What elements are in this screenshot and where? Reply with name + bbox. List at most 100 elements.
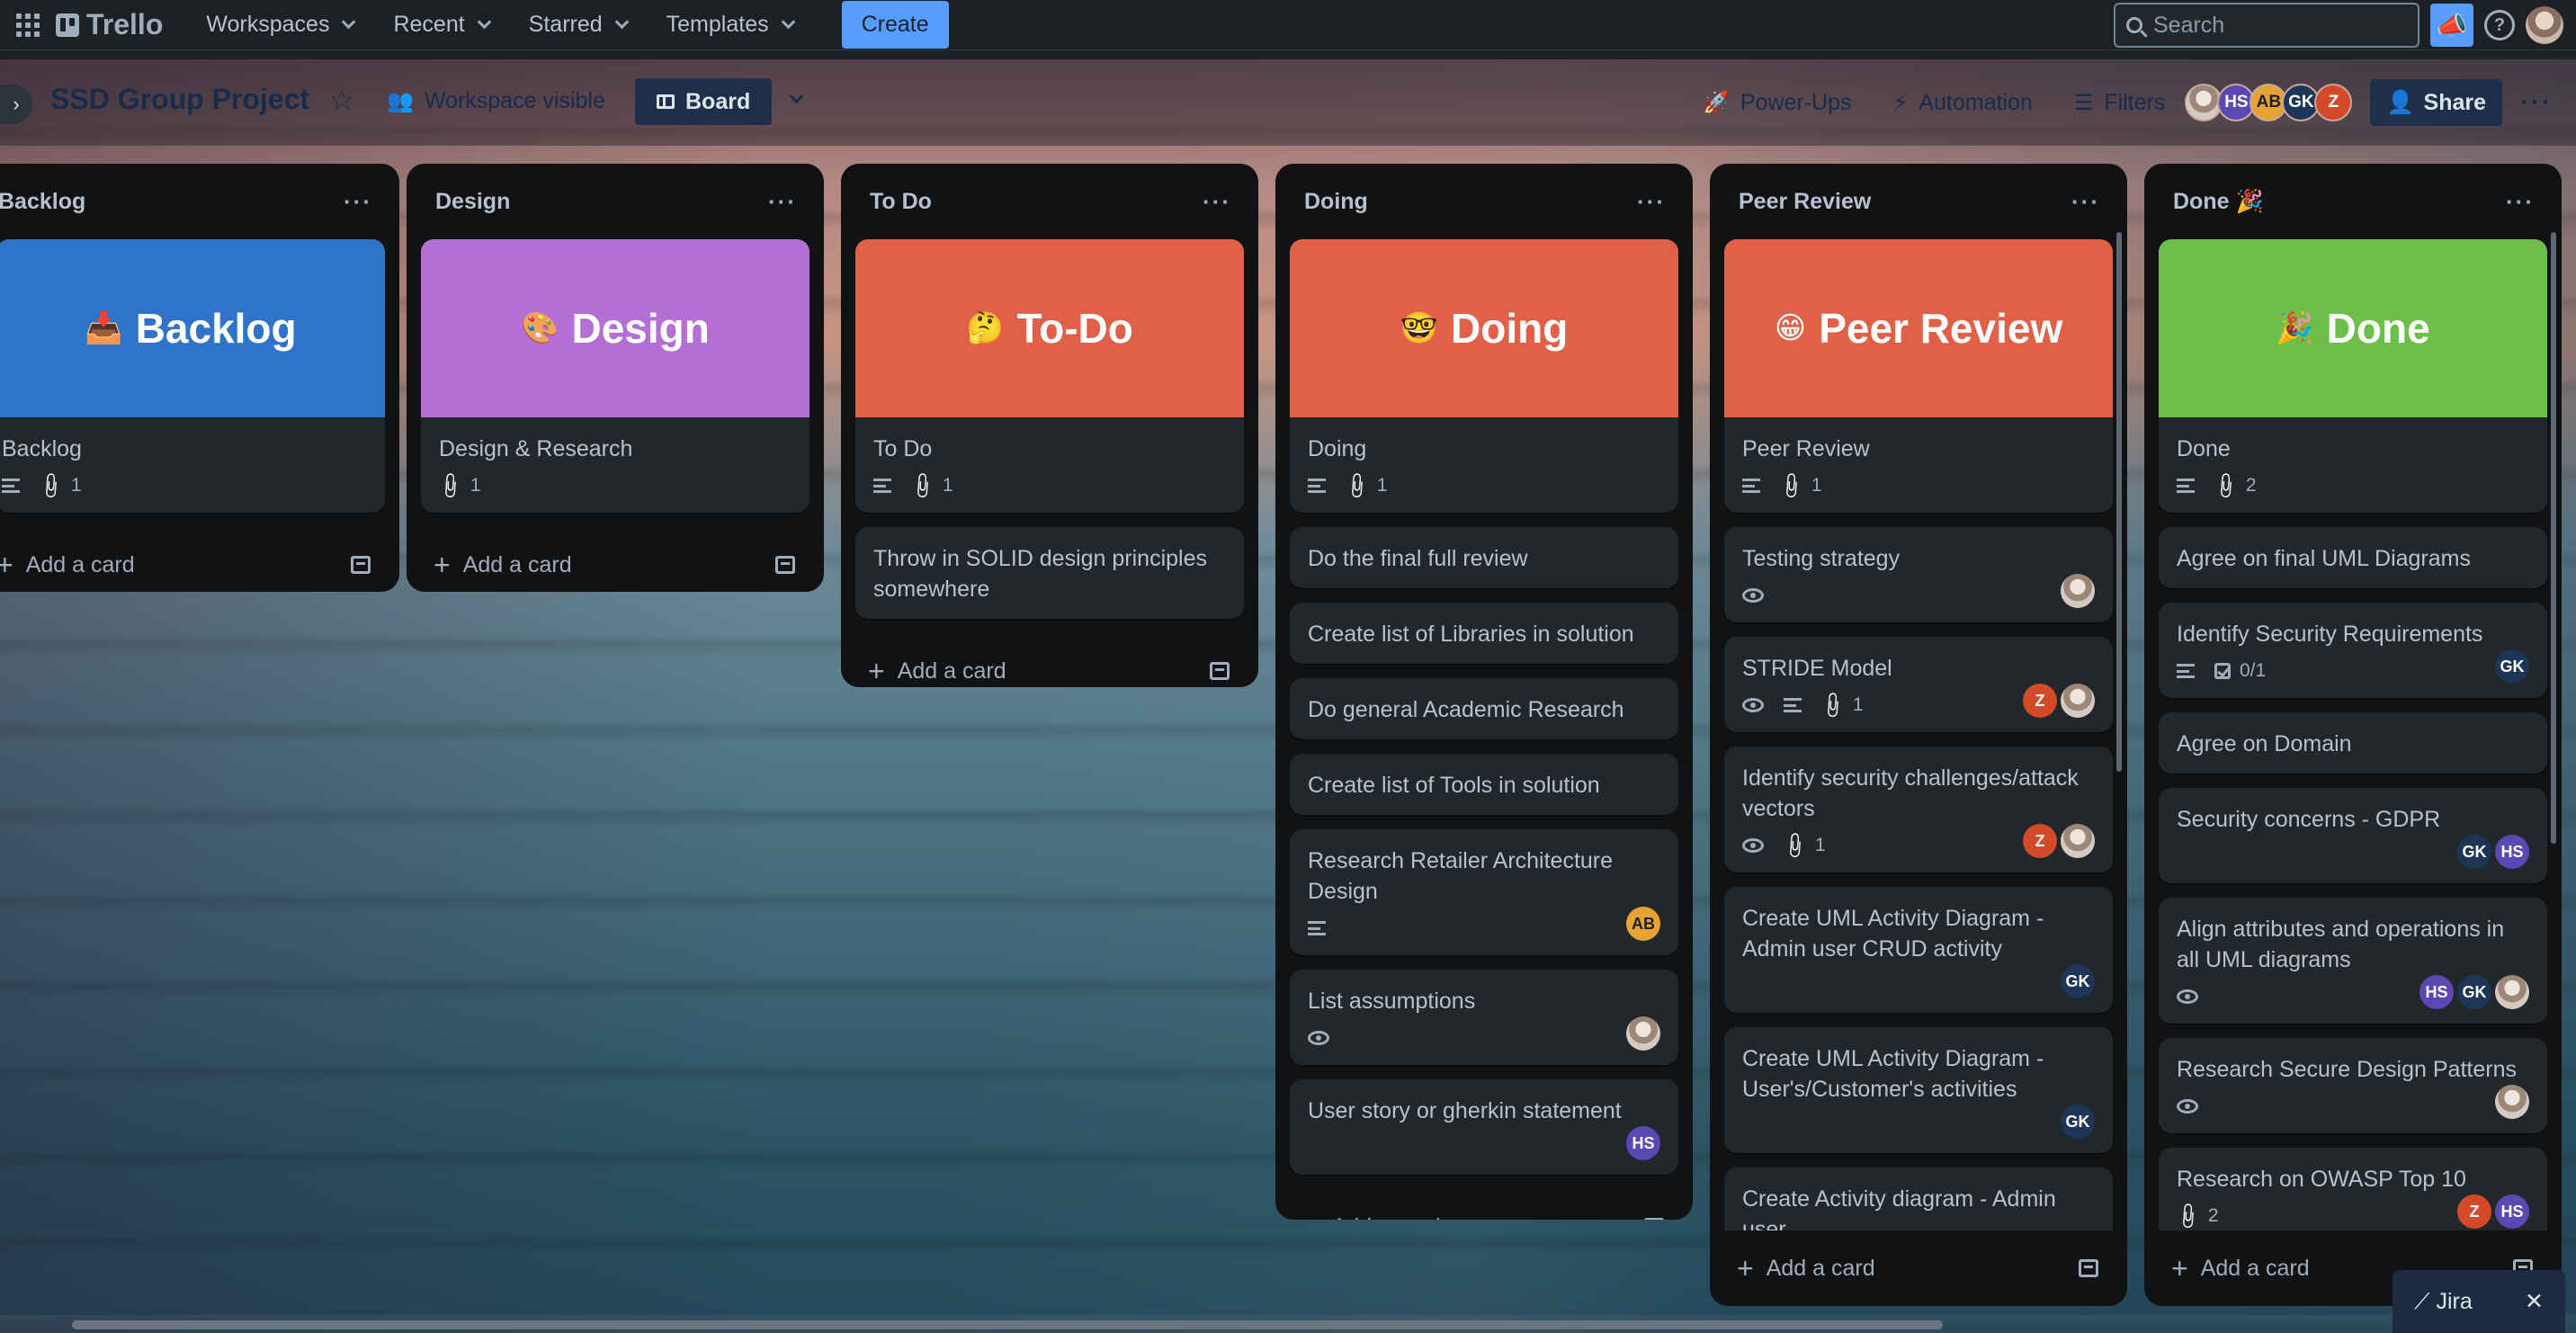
list-card[interactable]: Do general Academic Research — [1290, 678, 1678, 739]
add-card-button[interactable]: + Add a card — [434, 549, 572, 582]
vertical-scrollbar[interactable] — [2116, 232, 2122, 772]
recent-menu[interactable]: Recent — [382, 3, 499, 47]
list-card[interactable]: 😁 Peer Review Peer Review 📎 1 — [1724, 239, 2113, 513]
list-card[interactable]: List assumptions — [1290, 970, 1678, 1065]
list-card[interactable]: Research Secure Design Patterns — [2159, 1038, 2547, 1133]
list-card[interactable]: 🎨 Design Design & Research 📎 1 — [421, 239, 809, 513]
create-from-template-icon[interactable] — [2079, 1259, 2098, 1277]
close-icon[interactable]: ✕ — [2525, 1288, 2544, 1315]
member-avatar[interactable]: HS — [2419, 975, 2454, 1009]
list-card[interactable]: Create Activity diagram - Admin user — [1724, 1167, 2113, 1230]
member-avatar[interactable]: GK — [2457, 975, 2491, 1009]
member-avatar[interactable] — [2061, 824, 2095, 858]
starred-menu[interactable]: Starred — [518, 3, 638, 47]
visibility-button[interactable]: 👥 Workspace visible — [387, 88, 605, 114]
list-card[interactable]: STRIDE Model 📎 1 Z — [1724, 637, 2113, 732]
create-from-template-icon[interactable] — [775, 556, 795, 574]
list-menu-icon[interactable]: ··· — [2506, 188, 2535, 216]
account-avatar[interactable] — [2526, 6, 2563, 44]
list-card[interactable]: Throw in SOLID design principles somewhe… — [855, 527, 1244, 619]
views-dropdown[interactable] — [784, 89, 804, 106]
list-card[interactable]: Research on OWASP Top 10 📎 2 Z HS — [2159, 1148, 2547, 1230]
add-card-button[interactable]: + Add a card — [1302, 1211, 1441, 1221]
list-card[interactable]: Create UML Activity Diagram - User's/Cus… — [1724, 1027, 2113, 1153]
notifications-button[interactable]: 📣 — [2430, 4, 2473, 47]
list-title[interactable]: Done 🎉 — [2173, 189, 2264, 215]
add-card-button[interactable]: + Add a card — [0, 549, 135, 582]
member-avatar[interactable]: Z — [2457, 1194, 2491, 1229]
list-card[interactable]: Agree on final UML Diagrams — [2159, 527, 2547, 588]
list-card[interactable]: Agree on Domain — [2159, 712, 2547, 774]
member-avatar[interactable] — [2495, 975, 2529, 1009]
filters-button[interactable]: ☰ Filters — [2058, 78, 2182, 127]
member-avatar[interactable] — [2061, 684, 2095, 718]
list-card[interactable]: Create list of Libraries in solution — [1290, 603, 1678, 664]
star-icon[interactable]: ☆ — [329, 83, 355, 117]
list-card[interactable]: Identify security challenges/attack vect… — [1724, 747, 2113, 872]
board-view-button[interactable]: Board — [635, 78, 773, 125]
list-card[interactable]: Create list of Tools in solution — [1290, 754, 1678, 815]
list-header[interactable]: Design ··· — [421, 164, 809, 239]
member-avatar[interactable]: HS — [2495, 1194, 2529, 1229]
powerups-button[interactable]: 🚀 Power-Ups — [1686, 78, 1868, 127]
list-card[interactable]: Research Retailer Architecture Design AB — [1290, 829, 1678, 955]
list-header[interactable]: Backlog ··· — [0, 164, 385, 239]
create-from-template-icon[interactable] — [1644, 1218, 1664, 1220]
list-menu-icon[interactable]: ··· — [768, 188, 797, 216]
list-card[interactable]: Testing strategy — [1724, 527, 2113, 622]
trello-logo[interactable]: Trello — [56, 8, 163, 41]
list-card[interactable]: Identify Security Requirements 0/1 GK — [2159, 603, 2547, 698]
add-card-button[interactable]: + Add a card — [868, 655, 1006, 688]
list-menu-icon[interactable]: ··· — [1637, 188, 1666, 216]
member-avatar[interactable]: HS — [2495, 835, 2529, 869]
member-avatar[interactable]: Z — [2314, 84, 2353, 121]
sidebar-expand-button[interactable]: › — [0, 85, 32, 124]
list-menu-icon[interactable]: ··· — [2071, 188, 2100, 216]
list-menu-icon[interactable]: ··· — [344, 188, 372, 216]
board-title[interactable]: SSD Group Project — [50, 83, 309, 116]
list-card[interactable]: Align attributes and operations in all U… — [2159, 898, 2547, 1024]
list-title[interactable]: Doing — [1304, 189, 1368, 215]
list-card[interactable]: 📥 Backlog Backlog 📎 1 — [0, 239, 385, 513]
board-menu-button[interactable]: ··· — [2511, 87, 2562, 118]
member-avatar[interactable] — [2495, 1085, 2529, 1119]
list-title[interactable]: To Do — [870, 189, 932, 215]
app-switcher-icon[interactable] — [13, 10, 43, 40]
templates-menu[interactable]: Templates — [656, 3, 804, 47]
list-header[interactable]: Done 🎉 ··· — [2159, 164, 2547, 239]
add-card-button[interactable]: + Add a card — [1737, 1252, 1875, 1285]
member-avatar[interactable]: Z — [2023, 684, 2057, 718]
list-card[interactable]: Create UML Activity Diagram - Admin user… — [1724, 887, 2113, 1013]
member-avatar[interactable]: HS — [1626, 1126, 1660, 1160]
list-card[interactable]: Do the final full review — [1290, 527, 1678, 588]
list-header[interactable]: To Do ··· — [855, 164, 1244, 239]
list-header[interactable]: Peer Review ··· — [1724, 164, 2113, 239]
list-title[interactable]: Peer Review — [1739, 189, 1871, 215]
share-button[interactable]: 👤 Share — [2370, 79, 2503, 126]
create-button[interactable]: Create — [841, 1, 949, 49]
list-card[interactable]: 🤓 Doing Doing 📎 1 — [1290, 239, 1678, 513]
member-avatar[interactable] — [2061, 574, 2095, 608]
list-title[interactable]: Design — [435, 189, 510, 215]
workspaces-menu[interactable]: Workspaces — [195, 3, 364, 47]
member-avatar[interactable]: GK — [2457, 835, 2491, 869]
help-button[interactable]: ? — [2484, 10, 2515, 40]
member-avatar[interactable]: Z — [2023, 824, 2057, 858]
vertical-scrollbar[interactable] — [2551, 232, 2556, 844]
member-avatar[interactable]: AB — [1626, 907, 1660, 941]
member-avatar[interactable]: GK — [2061, 964, 2095, 998]
list-card[interactable]: Security concerns - GDPR GK HS — [2159, 788, 2547, 883]
add-card-button[interactable]: + Add a card — [2171, 1252, 2310, 1285]
member-avatar[interactable] — [1626, 1016, 1660, 1051]
list-card[interactable]: User story or gherkin statement HS — [1290, 1079, 1678, 1175]
member-avatar[interactable]: GK — [2061, 1105, 2095, 1139]
search-input[interactable]: Search — [2114, 3, 2419, 48]
list-card[interactable]: 🤔 To-Do To Do 📎 1 — [855, 239, 1244, 513]
list-card[interactable]: 🎉 Done Done 📎 2 — [2159, 239, 2547, 513]
jira-widget[interactable]: ⟋ Jira ✕ — [2393, 1270, 2565, 1333]
list-header[interactable]: Doing ··· — [1290, 164, 1678, 239]
create-from-template-icon[interactable] — [1210, 662, 1230, 680]
list-menu-icon[interactable]: ··· — [1203, 188, 1231, 216]
list-title[interactable]: Backlog — [0, 189, 85, 215]
automation-button[interactable]: ⚡ Automation — [1876, 78, 2048, 127]
